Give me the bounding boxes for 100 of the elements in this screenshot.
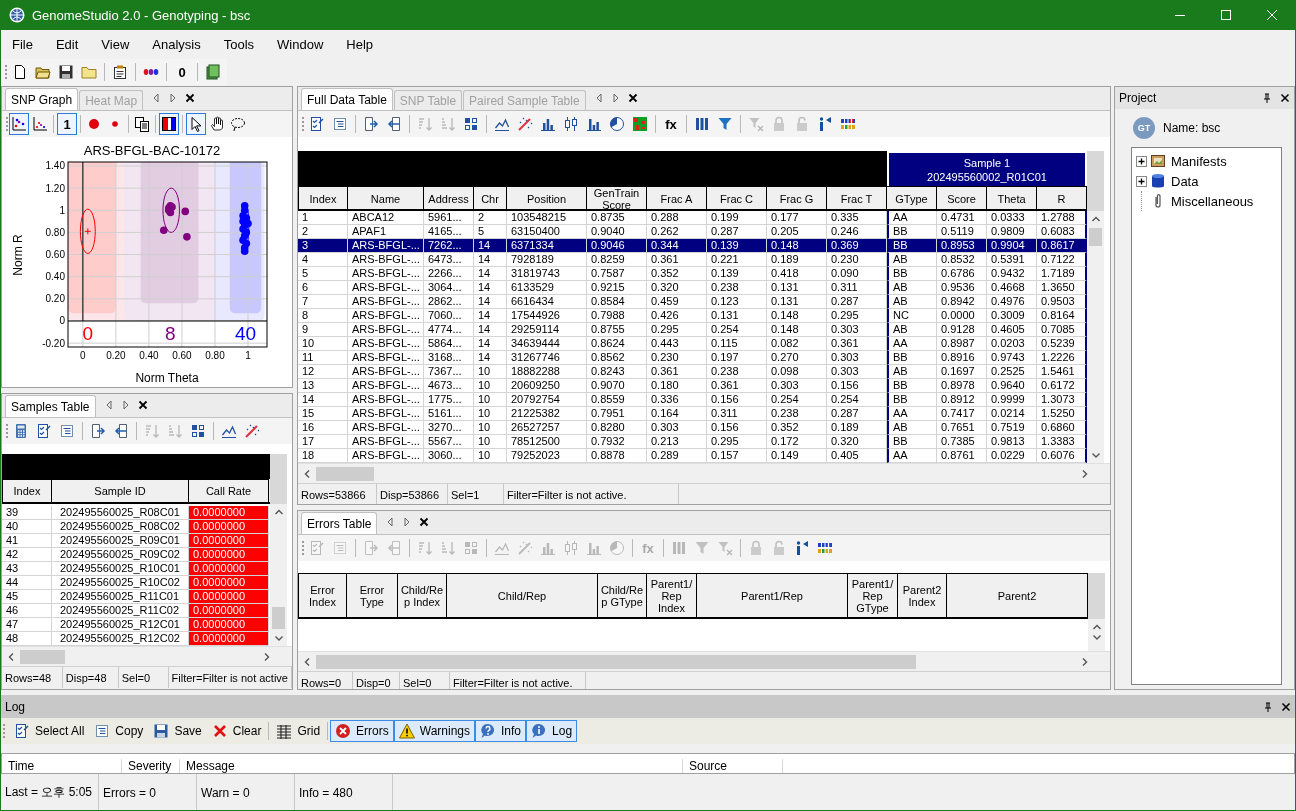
table-row[interactable]: 4 ARS-BFGL-... 6473... 14 7928189 0.8259 0.361 0.221 0.189 0.230 AB 0.8532 0.5391 0.7122 xyxy=(298,253,1087,267)
scroll-up-icon[interactable] xyxy=(1091,622,1102,632)
column-header[interactable]: Frac G xyxy=(767,186,827,211)
menu-item[interactable]: Help xyxy=(339,34,381,54)
scroll-down-icon[interactable] xyxy=(1091,632,1102,642)
save-icon[interactable] xyxy=(58,64,74,80)
expand-icon[interactable] xyxy=(1136,175,1147,187)
column-header[interactable]: Severity xyxy=(122,759,180,773)
column-header[interactable]: Parent1/Rep xyxy=(697,573,848,617)
column-header[interactable]: GType xyxy=(887,186,937,211)
close-icon[interactable] xyxy=(627,93,638,103)
table-row[interactable]: 5 ARS-BFGL-... 2266... 14 31819743 0.7587 0.352 0.139 0.418 0.090 BB 0.6786 0.9432 1.7189 xyxy=(298,267,1087,281)
select-all-button[interactable]: Select All xyxy=(9,720,90,742)
info-icon[interactable] xyxy=(794,540,810,556)
toolbar-button[interactable]: fx xyxy=(661,113,681,135)
tree-item[interactable]: Data xyxy=(1169,173,1199,189)
scroll-left-icon[interactable] xyxy=(6,651,16,662)
horizontal-scrollbar[interactable] xyxy=(298,651,1110,671)
column-header[interactable]: Parent1/Rep Index xyxy=(647,573,697,617)
scrollbar-thumb[interactable] xyxy=(20,649,65,664)
menu-item[interactable]: File xyxy=(5,34,40,54)
column-header[interactable]: Sample ID xyxy=(52,479,189,502)
split-color-button[interactable] xyxy=(159,113,179,135)
tab[interactable]: Full Data Table xyxy=(301,88,393,110)
import-icon[interactable] xyxy=(113,423,129,439)
table-row[interactable]: 12 ARS-BFGL-... 7367... 10 18882288 0.8243 0.361 0.238 0.098 0.303 AB 0.1697 0.2525 1.5461 xyxy=(298,365,1087,379)
table-row[interactable]: 9 ARS-BFGL-... 4774... 14 29259114 0.8755 0.295 0.254 0.148 0.303 AB 0.9128 0.4605 0.7085 xyxy=(298,323,1087,337)
table-row[interactable]: 17 ARS-BFGL-... 5567... 10 78512500 0.7932 0.213 0.295 0.172 0.320 BB 0.7385 0.9813 1.3383 xyxy=(298,435,1087,449)
log-button[interactable]: Log xyxy=(526,720,578,742)
table-row[interactable]: 13 ARS-BFGL-... 4673... 10 20609250 0.9070 0.180 0.361 0.303 0.156 BB 0.8978 0.9640 0.6172 xyxy=(298,379,1087,393)
table-row[interactable]: 1 ABCA12 5961... 2 103548215 0.8735 0.288 0.199 0.177 0.335 AA 0.4731 0.0333 1.2788 xyxy=(298,211,1087,225)
column-header[interactable]: Parent2 Index xyxy=(898,573,947,617)
close-icon[interactable] xyxy=(419,517,430,527)
scatter-plot-button[interactable] xyxy=(9,113,29,135)
pin-icon[interactable] xyxy=(1263,701,1273,712)
table-row[interactable]: 10 ARS-BFGL-... 5864... 14 34639444 0.8624 0.443 0.115 0.082 0.361 AA 0.8987 0.0203 0.5239 xyxy=(298,337,1087,351)
scroll-down-icon[interactable] xyxy=(273,633,284,643)
grid-button[interactable]: Grid xyxy=(271,720,326,742)
close-icon[interactable] xyxy=(137,400,148,410)
pointer-button[interactable] xyxy=(186,113,206,135)
copy-button[interactable]: Copy xyxy=(89,720,149,742)
column-header[interactable]: Error Type xyxy=(347,573,398,617)
expand-icon[interactable] xyxy=(1136,155,1147,167)
calculator-icon[interactable] xyxy=(13,423,29,439)
box-plot-icon[interactable] xyxy=(563,116,579,132)
tree-item[interactable]: Miscellaneous xyxy=(1169,193,1254,209)
scroll-down-icon[interactable] xyxy=(1090,450,1101,460)
checklist-icon[interactable] xyxy=(309,116,325,132)
line-chart-icon[interactable] xyxy=(494,116,510,132)
scroll-left-icon[interactable] xyxy=(151,93,162,103)
table-row[interactable]: 16 ARS-BFGL-... 3270... 10 26527257 0.8280 0.303 0.156 0.352 0.189 AB 0.7651 0.7519 0.6860 xyxy=(298,421,1087,435)
scroll-right-icon[interactable] xyxy=(1080,468,1090,479)
scroll-up-icon[interactable] xyxy=(1090,214,1101,224)
filter-icon[interactable] xyxy=(717,116,733,132)
close-icon[interactable] xyxy=(1280,93,1290,103)
column-header[interactable]: Parent1/Rep GType xyxy=(848,573,898,617)
column-header[interactable]: Source xyxy=(683,759,783,773)
menu-item[interactable]: Tools xyxy=(216,34,262,54)
tab[interactable]: Errors Table xyxy=(301,512,378,534)
scrollbar-thumb[interactable] xyxy=(1089,228,1102,246)
column-header[interactable]: Frac T xyxy=(827,186,887,211)
table-row[interactable]: 7 ARS-BFGL-... 2862... 14 6616434 0.8584 0.459 0.123 0.131 0.287 AB 0.8942 0.4976 0.9503 xyxy=(298,295,1087,309)
table-row[interactable]: 15 ARS-BFGL-... 5161... 10 21225382 0.7951 0.164 0.311 0.238 0.287 AA 0.7417 0.0214 1.5250 xyxy=(298,407,1087,421)
bar-chart-icon[interactable] xyxy=(540,116,556,132)
column-header[interactable]: GenTrain Score xyxy=(587,186,647,211)
wand-icon[interactable] xyxy=(517,116,533,132)
vertical-scrollbar[interactable] xyxy=(270,504,287,646)
table-row[interactable]: 6 ARS-BFGL-... 3064... 14 6133529 0.9215 0.320 0.238 0.131 0.311 AB 0.9536 0.4668 1.3650 xyxy=(298,281,1087,295)
scroll-right-icon[interactable] xyxy=(262,651,272,662)
export-icon[interactable] xyxy=(90,423,106,439)
clipboard-icon[interactable] xyxy=(112,64,128,80)
table-row[interactable]: 14 ARS-BFGL-... 1775... 10 20792754 0.8559 0.336 0.156 0.254 0.254 BB 0.8912 0.9999 1.3073 xyxy=(298,393,1087,407)
info-icon[interactable] xyxy=(817,116,833,132)
scroll-left-icon[interactable] xyxy=(302,656,312,667)
list-icon[interactable] xyxy=(59,423,75,439)
errors-button[interactable]: Errors xyxy=(330,720,394,742)
column-header[interactable]: Address xyxy=(424,186,474,211)
column-header[interactable]: Frac A xyxy=(647,186,707,211)
close-icon[interactable] xyxy=(1281,701,1291,712)
close-icon[interactable] xyxy=(185,93,196,103)
wand-icon[interactable] xyxy=(244,423,260,439)
pie-chart-icon[interactable] xyxy=(609,116,625,132)
column-header[interactable]: Message xyxy=(180,759,683,773)
column-header[interactable]: Call Rate xyxy=(189,479,269,502)
column-header[interactable]: Frac C xyxy=(707,186,767,211)
table-row[interactable]: 11 ARS-BFGL-... 3168... 14 31267746 0.8562 0.230 0.197 0.270 0.303 BB 0.8916 0.9743 1.2226 xyxy=(298,351,1087,365)
menu-item[interactable]: View xyxy=(94,34,137,54)
new-file-icon[interactable] xyxy=(12,64,28,80)
table-row[interactable]: 3 ARS-BFGL-... 7262... 14 6371334 0.9046 0.344 0.139 0.148 0.369 BB 0.8953 0.9904 0.8617 xyxy=(298,239,1087,253)
color-bar-icon[interactable] xyxy=(817,540,833,556)
folder-icon[interactable] xyxy=(81,64,97,80)
toolbar-button[interactable]: 1 xyxy=(57,113,77,135)
bar-chart-icon[interactable] xyxy=(586,116,602,132)
column-header[interactable]: Error Index xyxy=(298,573,347,617)
scroll-right-icon[interactable] xyxy=(1080,656,1090,667)
scroll-right-icon[interactable] xyxy=(610,93,621,103)
column-header[interactable]: Position xyxy=(507,186,587,211)
horizontal-scrollbar[interactable] xyxy=(2,646,292,666)
menu-item[interactable]: Window xyxy=(270,34,331,54)
column-header[interactable]: Name xyxy=(348,186,424,211)
